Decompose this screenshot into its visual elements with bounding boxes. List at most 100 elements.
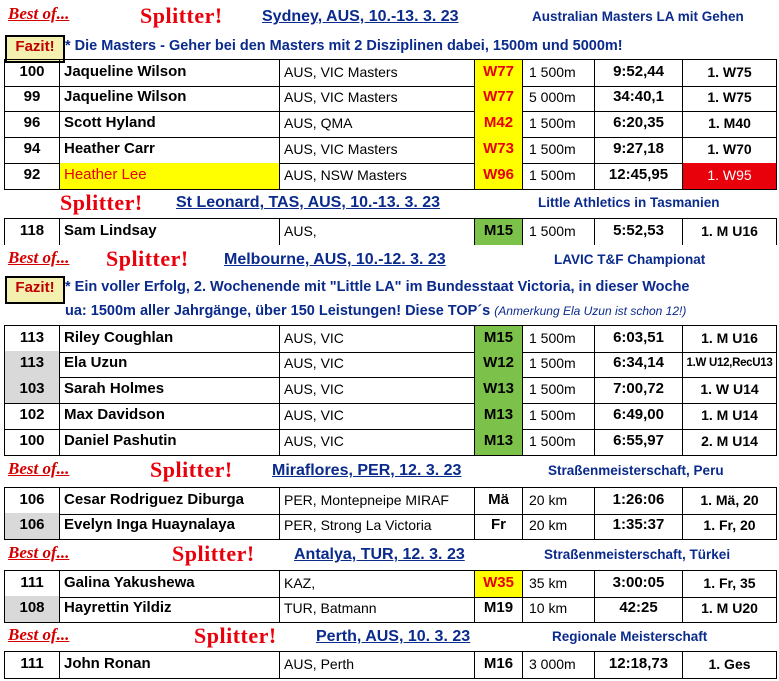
time-cell: 1:26:06: [595, 488, 683, 514]
venue-title: Antalya, TUR, 12. 3. 23: [294, 546, 465, 563]
score-cell: 111: [5, 652, 60, 678]
score-cell: 96: [5, 111, 60, 137]
table-row: 94 Heather Carr AUS, VIC Masters W73 1 5…: [4, 137, 777, 164]
table-row: 103 Sarah Holmes AUS, VIC W13 1 500m 7:0…: [4, 377, 777, 404]
venue-title: Sydney, AUS, 10.-13. 3. 23: [262, 8, 459, 25]
class-cell: W35: [475, 571, 523, 597]
table-row: 113 Ela Uzun AUS, VIC W12 1 500m 6:34,14…: [4, 351, 777, 378]
splitter-label: Splitter!: [106, 246, 189, 271]
class-cell: Mä: [475, 488, 523, 514]
class-cell: W13: [475, 377, 523, 403]
score-cell: 100: [5, 429, 60, 455]
splitter-label: Splitter!: [172, 541, 255, 566]
distance-cell: 1 500m: [523, 219, 595, 245]
score-cell: 111: [5, 571, 60, 597]
athlete-name: Evelyn Inga Huaynalaya: [60, 513, 280, 539]
club-cell: AUS, VIC Masters: [280, 85, 475, 111]
best-of-label: Best of...: [8, 543, 70, 562]
class-cell: M15: [475, 326, 523, 352]
score-cell: 102: [5, 403, 60, 429]
athlete-name: Riley Coughlan: [60, 326, 280, 352]
distance-cell: 1 500m: [523, 403, 595, 429]
place-cell: 1. W75: [707, 89, 752, 105]
event-title: LAVIC T&F Championat: [554, 252, 706, 267]
time-cell: 3:00:05: [595, 571, 683, 597]
table-row: 118 Sam Lindsay AUS, M15 1 500m 5:52,53 …: [4, 218, 777, 246]
club-cell: PER, Strong La Victoria: [280, 513, 475, 539]
score-cell: 92: [5, 163, 60, 189]
distance-cell: 20 km: [523, 488, 595, 514]
best-of-label: Best of...: [8, 248, 70, 267]
time-cell: 9:27,18: [595, 137, 683, 163]
class-cell: M19: [475, 596, 523, 622]
time-cell: 9:52,44: [595, 60, 683, 86]
time-cell: 34:40,1: [595, 85, 683, 111]
fazit-badge: Fazit!: [5, 276, 65, 304]
club-cell: PER, Montepneipe MIRAF: [280, 488, 475, 514]
club-cell: AUS, VIC Masters: [280, 137, 475, 163]
time-cell: 6:55,97: [595, 429, 683, 455]
fazit-text: ua: 1500m aller Jahrgänge, über 150 Leis…: [65, 303, 491, 319]
athlete-name: Cesar Rodriguez Diburga: [60, 488, 280, 514]
score-cell: 113: [5, 351, 60, 377]
class-cell: W73: [475, 137, 523, 163]
table-row: 106 Evelyn Inga Huaynalaya PER, Strong L…: [4, 513, 777, 540]
venue-title: Perth, AUS, 10. 3. 23: [316, 628, 471, 645]
class-cell: W12: [475, 351, 523, 377]
score-cell: 103: [5, 377, 60, 403]
place-cell: 1. Fr, 20: [703, 517, 756, 533]
distance-cell: 5 000m: [523, 85, 595, 111]
splitter-label: Splitter!: [140, 3, 223, 28]
score-cell: 113: [5, 326, 60, 352]
table-row: 96 Scott Hyland AUS, QMA M42 1 500m 6:20…: [4, 111, 777, 138]
place-cell: 1. Mä, 20: [700, 492, 759, 508]
distance-cell: 1 500m: [523, 60, 595, 86]
time-cell: 6:20,35: [595, 111, 683, 137]
class-cell: M13: [475, 429, 523, 455]
club-cell: AUS, NSW Masters: [280, 163, 475, 189]
athlete-name: Hayrettin Yildiz: [60, 596, 280, 622]
table-row: 99 Jaqueline Wilson AUS, VIC Masters W77…: [4, 85, 777, 112]
class-cell: M42: [475, 111, 523, 137]
athlete-name: Max Davidson: [60, 403, 280, 429]
club-cell: AUS,: [280, 219, 475, 245]
athlete-name: Daniel Pashutin: [60, 429, 280, 455]
event-title: Regionale Meisterschaft: [552, 629, 708, 644]
place-cell: 1. Ges: [708, 656, 751, 672]
section-header-antalya: Best of... Splitter! Antalya, TUR, 12. 3…: [0, 540, 779, 570]
place-cell: 1. M U16: [701, 330, 758, 346]
section-header-miraflores: Best of... Splitter! Miraflores, PER, 12…: [0, 456, 779, 486]
class-cell: M13: [475, 403, 523, 429]
place-cell: 1. W70: [707, 141, 752, 157]
place-cell: 1. W75: [707, 64, 752, 80]
athlete-name: Sarah Holmes: [60, 377, 280, 403]
score-cell: 99: [5, 85, 60, 111]
class-cell: W77: [475, 60, 523, 86]
table-row: 111 Galina Yakushewa KAZ, W35 35 km 3:00…: [4, 570, 777, 598]
best-of-label: Best of...: [8, 459, 70, 478]
table-row: 92 Heather Lee AUS, NSW Masters W96 1 50…: [4, 163, 777, 190]
athlete-name: Jaqueline Wilson: [60, 85, 280, 111]
place-cell: 1. W95: [683, 163, 776, 189]
fazit-note: (Anmerkung Ela Uzun ist schon 12!): [494, 304, 687, 318]
table-row: 108 Hayrettin Yildiz TUR, Batmann M19 10…: [4, 596, 777, 623]
splitter-label: Splitter!: [60, 190, 143, 215]
score-cell: 118: [5, 219, 60, 245]
venue-title: St Leonard, TAS, AUS, 10.-13. 3. 23: [176, 194, 441, 211]
athlete-name: John Ronan: [60, 652, 280, 678]
time-cell: 6:34,14: [595, 351, 683, 377]
place-cell: 1. M40: [708, 115, 751, 131]
athlete-name: Ela Uzun: [60, 351, 280, 377]
table-row: 100 Daniel Pashutin AUS, VIC M13 1 500m …: [4, 429, 777, 456]
club-cell: AUS, VIC: [280, 351, 475, 377]
distance-cell: 1 500m: [523, 326, 595, 352]
fazit-text-line-2: ua: 1500m aller Jahrgänge, über 150 Leis…: [65, 303, 686, 319]
venue-title: Miraflores, PER, 12. 3. 23: [272, 462, 462, 479]
score-cell: 106: [5, 488, 60, 514]
distance-cell: 1 500m: [523, 111, 595, 137]
score-cell: 106: [5, 513, 60, 539]
class-cell: M16: [475, 652, 523, 678]
fazit-text: * Die Masters - Geher bei den Masters mi…: [65, 38, 623, 54]
distance-cell: 1 500m: [523, 377, 595, 403]
club-cell: AUS, VIC: [280, 326, 475, 352]
